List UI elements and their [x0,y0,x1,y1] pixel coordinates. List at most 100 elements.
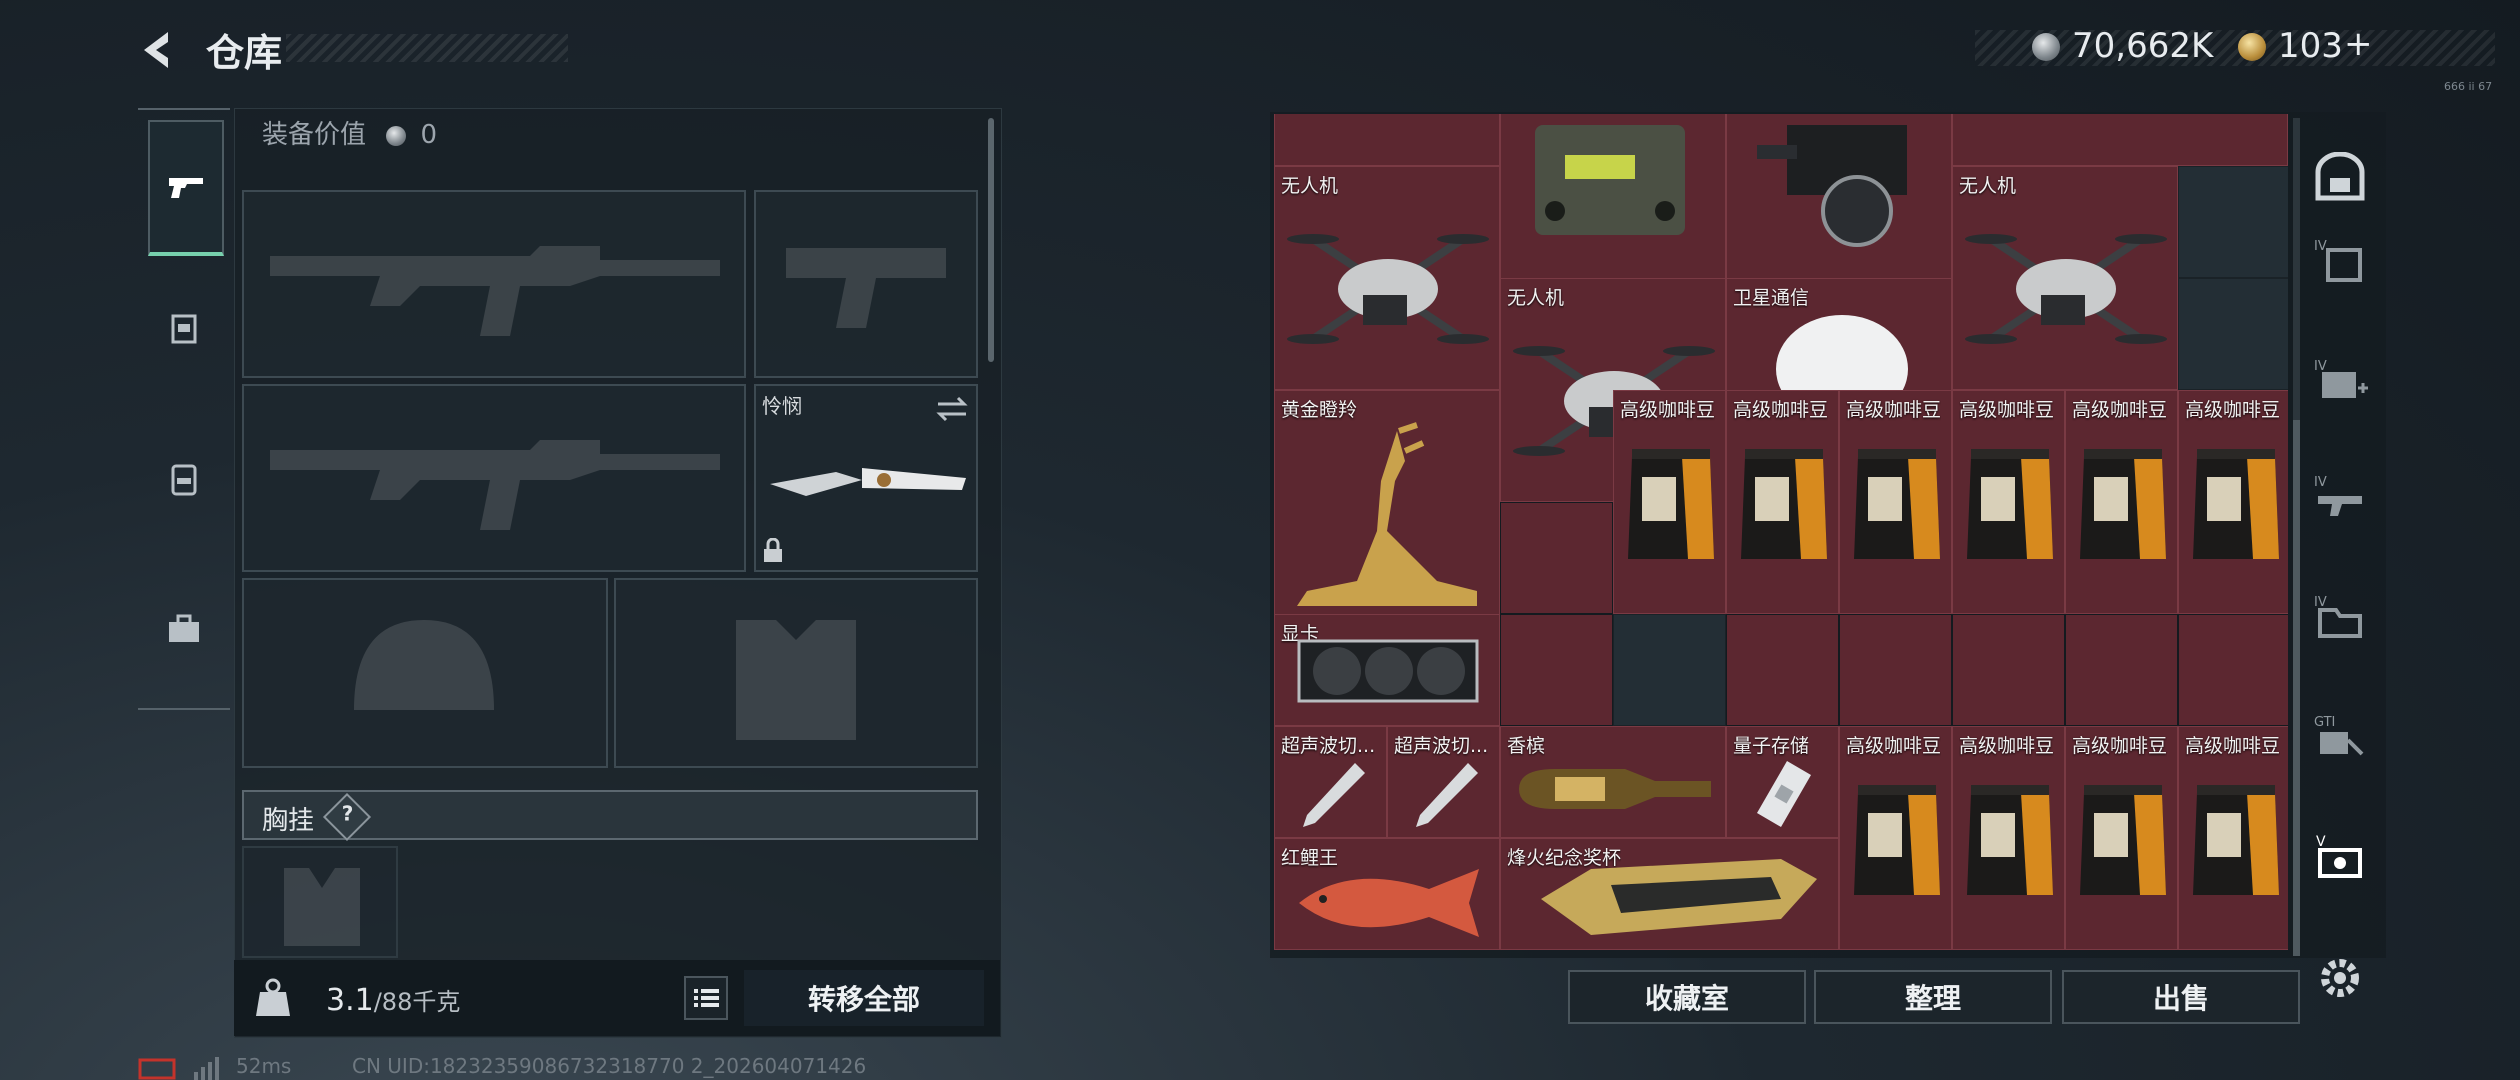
helmet-slot[interactable] [242,578,608,768]
organize-button[interactable]: 整理 [1814,970,2052,1024]
equipment-scrollbar[interactable] [988,118,994,362]
item-graphics-card[interactable]: 显卡 [1274,614,1500,726]
grid-cell[interactable] [1613,614,1726,726]
list-icon [694,989,719,1007]
item-coffee-beans[interactable]: 高级咖啡豆 [1952,390,2065,614]
pistol-silhouette-icon [786,248,946,328]
settings-icon[interactable] [2312,952,2368,1004]
grid-cell[interactable] [2065,614,2178,726]
grid-cell[interactable] [2178,166,2288,278]
help-icon[interactable]: ? [322,792,372,842]
backpack-tab[interactable] [148,414,220,544]
grid-cell[interactable] [1839,614,1952,726]
item-coffee-beans[interactable]: 高级咖啡豆 [2178,726,2288,950]
medical-iv-icon[interactable]: IV [2312,354,2368,406]
silver-currency: 70,662K [2072,26,2214,66]
item-drone[interactable]: 无人机 [1952,166,2178,390]
ultrasonic-cutter-icon [1416,763,1478,827]
grid-cell[interactable] [1952,614,2065,726]
item-champagne[interactable]: 香槟 [1500,726,1726,838]
backpack-icon [171,464,197,496]
drone-icon [1965,234,2167,344]
coffee-bag-icon [2193,449,2279,559]
graphics-card-icon [1297,639,1479,703]
item-partial[interactable] [1952,114,2288,166]
item-coffee-beans[interactable]: 高级咖啡豆 [1952,726,2065,950]
camera-icon [1757,125,1907,247]
uid-text: CN UID:18232359086732318770 2_2026040714… [352,1054,867,1078]
item-partial[interactable] [1274,114,1500,166]
collection-room-button[interactable]: 收藏室 [1568,970,1806,1024]
rifle-silhouette-icon [270,246,720,336]
selected-v-icon[interactable]: V [2312,830,2368,882]
item-radio[interactable] [1500,114,1726,286]
transfer-all-button[interactable]: 转移全部 [744,970,984,1026]
warehouse-scrollbar-thumb[interactable] [2293,420,2300,956]
list-view-button[interactable] [684,976,728,1020]
coffee-bag-icon [1854,449,1940,559]
version-text: 666 ii 67 [2444,80,2493,93]
vault-icon[interactable] [2312,152,2368,204]
toolbox-tab[interactable] [148,564,220,694]
silver-coin-icon [2032,33,2060,61]
add-gold-button[interactable]: + [2344,24,2373,64]
radio-icon [1535,125,1685,235]
coffee-bag-icon [1741,449,1827,559]
melee-label: 怜悯 [762,394,802,418]
quantum-storage-icon [1757,761,1811,827]
melee-slot[interactable]: 怜悯 [754,384,978,572]
secondary-weapon-slot[interactable] [242,384,746,572]
weight-icon [256,978,290,1016]
weapon-iv-icon[interactable]: IV [2312,470,2368,522]
grid-cell[interactable] [1500,502,1613,614]
item-coffee-beans[interactable]: 高级咖啡豆 [1839,390,1952,614]
equipment-value: 0 [420,120,438,150]
item-coffee-beans[interactable]: 高级咖啡豆 [1613,390,1726,614]
vest-icon [171,314,197,344]
item-coffee-beans[interactable]: 高级咖啡豆 [2065,390,2178,614]
champagne-icon [1519,769,1711,809]
folder-iv-icon[interactable]: IV [2312,590,2368,642]
grid-cell[interactable] [1500,614,1613,726]
item-camera[interactable] [1726,114,1952,286]
chest-rig-slot[interactable] [242,846,398,958]
item-red-carp[interactable]: 红鲤王 [1274,838,1500,950]
gti-icon[interactable]: GTI [2312,710,2368,762]
armor-slot[interactable] [614,578,978,768]
grid-cell[interactable] [2178,614,2288,726]
lock-icon [764,538,782,562]
grid-cell[interactable] [1726,614,1839,726]
red-carp-icon [1299,869,1479,937]
weapon-tab[interactable] [148,120,224,256]
ping-text: 52ms [236,1054,292,1078]
weight-display: 3.1/88千克 [326,983,461,1018]
item-ultrasonic-cutter[interactable]: 超声波切... [1387,726,1500,838]
armor-silhouette-icon [736,620,856,740]
item-coffee-beans[interactable]: 高级咖啡豆 [2065,726,2178,950]
primary-weapon-slot[interactable] [242,190,746,378]
title-decoration [286,34,568,62]
chest-rig-silhouette-icon [284,868,360,946]
item-quantum-storage[interactable]: 量子存储 [1726,726,1839,838]
item-trophy[interactable]: 烽火纪念奖杯 [1500,838,1839,950]
container-iv-icon[interactable]: IV [2312,234,2368,286]
equipment-tabs [138,108,230,712]
toolbox-icon [169,614,199,642]
helmet-silhouette-icon [354,620,494,710]
swap-icon[interactable] [936,396,968,422]
pistol-slot[interactable] [754,190,978,378]
item-coffee-beans[interactable]: 高级咖啡豆 [1839,726,1952,950]
item-coffee-beans[interactable]: 高级咖啡豆 [1726,390,1839,614]
item-drone[interactable]: 无人机 [1274,166,1500,390]
item-ultrasonic-cutter[interactable]: 超声波切... [1274,726,1387,838]
back-arrow-icon[interactable] [138,28,178,72]
svg-text:V: V [2316,834,2326,850]
item-coffee-beans[interactable]: 高级咖啡豆 [2178,390,2288,614]
knife-icon [770,468,966,496]
helmet-tab[interactable] [148,264,220,394]
grid-cell[interactable] [2178,278,2288,390]
svg-text:GTI: GTI [2314,715,2335,730]
rifle-silhouette-icon [270,440,720,530]
sell-button[interactable]: 出售 [2062,970,2300,1024]
coffee-bag-icon [2080,449,2166,559]
